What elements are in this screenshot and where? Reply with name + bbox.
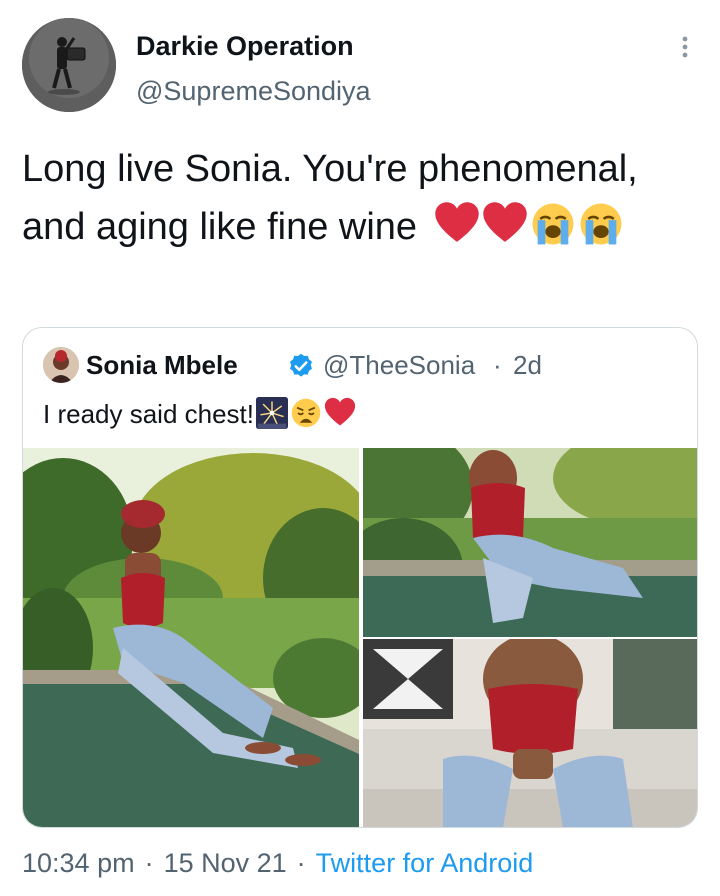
loudly-crying-face-icon bbox=[532, 203, 574, 245]
footer-separator: · bbox=[296, 848, 306, 878]
photo-2-image bbox=[363, 448, 697, 637]
quoted-tweet-photo-3[interactable] bbox=[363, 639, 697, 827]
photo-3-image bbox=[363, 639, 697, 827]
vertical-ellipsis-icon bbox=[682, 36, 688, 58]
quoted-tweet-text-content: I ready said chest! bbox=[43, 399, 254, 429]
loudly-crying-face-icon bbox=[580, 203, 622, 245]
quoted-tweet-photo-1[interactable] bbox=[23, 448, 359, 827]
red-heart-icon bbox=[434, 202, 479, 242]
quoted-tweet-emojis bbox=[256, 397, 356, 429]
red-heart-icon bbox=[324, 397, 356, 426]
red-heart-icon bbox=[482, 202, 527, 242]
author-handle[interactable]: @SupremeSondiya bbox=[136, 75, 371, 107]
footer-separator: · bbox=[144, 848, 154, 878]
quoted-author-avatar-image bbox=[43, 347, 79, 383]
quoted-tweet-text: I ready said chest! bbox=[43, 397, 356, 431]
quoted-meta-separator: · bbox=[493, 350, 502, 380]
more-options-button[interactable] bbox=[668, 30, 702, 64]
tweet-text: Long live Sonia. You're phenomenal, and … bbox=[22, 140, 682, 256]
verified-badge-icon bbox=[290, 353, 312, 377]
quoted-author-avatar[interactable] bbox=[43, 347, 79, 383]
quoted-tweet-photo-2[interactable] bbox=[363, 448, 697, 637]
quoted-tweet-card[interactable]: Sonia Mbele @TheeSonia · 2d I ready said… bbox=[22, 327, 698, 828]
weary-face-icon bbox=[291, 398, 321, 428]
tweet-source-link[interactable]: Twitter for Android bbox=[316, 848, 534, 878]
tweet-footer: 10:34 pm · 15 Nov 21 · Twitter for Android bbox=[22, 846, 533, 880]
author-avatar[interactable] bbox=[22, 18, 116, 112]
author-info: Darkie Operation @SupremeSondiya bbox=[136, 30, 371, 107]
quoted-author-display-name[interactable]: Sonia Mbele bbox=[86, 348, 238, 382]
author-avatar-image bbox=[22, 18, 116, 112]
author-display-name[interactable]: Darkie Operation bbox=[136, 30, 371, 62]
tweet-date[interactable]: 15 Nov 21 bbox=[164, 848, 287, 878]
photo-1-image bbox=[23, 448, 359, 827]
quoted-author-handle[interactable]: @TheeSonia bbox=[323, 348, 475, 382]
tweet: Darkie Operation @SupremeSondiya Long li… bbox=[0, 0, 720, 896]
tweet-emojis bbox=[434, 201, 624, 247]
quoted-tweet-time[interactable]: 2d bbox=[513, 348, 542, 382]
tweet-time[interactable]: 10:34 pm bbox=[22, 848, 135, 878]
fireworks-icon bbox=[256, 397, 288, 429]
